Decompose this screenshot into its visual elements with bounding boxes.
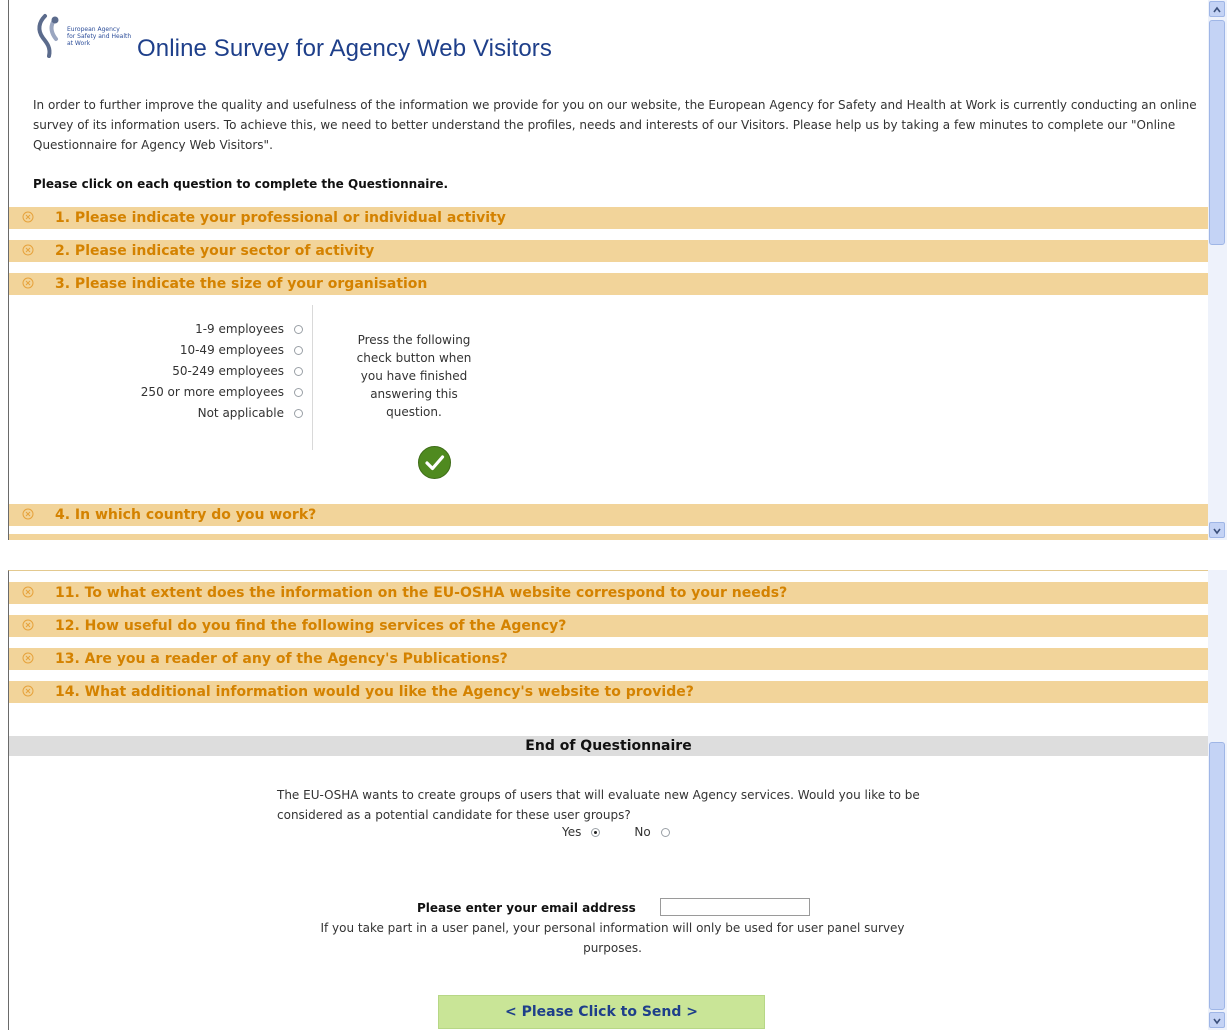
- survey-content-bottom: 11. To what extent does the information …: [8, 570, 1208, 1030]
- q3-option-row: Not applicable: [198, 404, 303, 422]
- instruction-text: Please click on each question to complet…: [33, 177, 449, 191]
- question-4-bar[interactable]: 4. In which country do you work?: [9, 504, 1208, 526]
- scroll-down-arrow-icon[interactable]: [1209, 1012, 1225, 1028]
- scroll-down-arrow-icon[interactable]: [1209, 522, 1225, 538]
- question-11-bar[interactable]: 11. To what extent does the information …: [9, 582, 1208, 604]
- q3-hint: Press the following check button when yo…: [356, 333, 472, 419]
- bottom-vertical-scrollbar[interactable]: [1208, 570, 1227, 1030]
- q3-option-radio[interactable]: [294, 387, 303, 397]
- collapse-circle-icon: [22, 652, 34, 664]
- survey-content-top: European Agency for Safety and Health at…: [8, 0, 1208, 540]
- survey-window-bottom: 11. To what extent does the information …: [0, 570, 1227, 1030]
- question-13-label: 13. Are you a reader of any of the Agenc…: [55, 651, 508, 667]
- question-2-label: 2. Please indicate your sector of activi…: [55, 243, 375, 259]
- question-11-label: 11. To what extent does the information …: [55, 585, 788, 601]
- q3-option-row: 1-9 employees: [195, 320, 303, 338]
- q3-option-label: 1-9 employees: [195, 322, 284, 336]
- scroll-thumb[interactable]: [1209, 20, 1225, 245]
- question-1-label: 1. Please indicate your professional or …: [55, 210, 506, 226]
- q3-option-label: 10-49 employees: [179, 343, 284, 357]
- q3-divider: [312, 305, 313, 450]
- logo-line-2: for Safety and Health: [67, 33, 132, 40]
- collapse-circle-icon: [22, 586, 34, 598]
- q3-option-radio[interactable]: [294, 324, 303, 334]
- q3-option-label: 250 or more employees: [140, 385, 284, 399]
- q3-option-row: 250 or more employees: [141, 383, 303, 401]
- scroll-up-arrow-icon[interactable]: [1209, 1, 1225, 17]
- q3-option-radio[interactable]: [294, 345, 303, 355]
- question-14-label: 14. What additional information would yo…: [55, 684, 694, 700]
- question-12-label: 12. How useful do you find the following…: [55, 618, 567, 634]
- send-button[interactable]: < Please Click to Send >: [438, 995, 765, 1029]
- question-4-label: 4. In which country do you work?: [55, 507, 317, 523]
- survey-window-top: European Agency for Safety and Health at…: [0, 0, 1227, 540]
- question-2-bar[interactable]: 2. Please indicate your sector of activi…: [9, 240, 1208, 262]
- question-3-label: 3. Please indicate the size of your orga…: [55, 276, 428, 292]
- yes-radio[interactable]: [591, 827, 601, 837]
- collapse-circle-icon: [22, 277, 34, 289]
- no-label: No: [634, 825, 651, 839]
- email-label-text: Please enter your email address: [417, 901, 636, 915]
- collapse-circle-icon: [22, 244, 34, 256]
- q3-option-radio[interactable]: [294, 366, 303, 376]
- end-of-questionnaire-bar: End of Questionnaire: [9, 736, 1208, 756]
- user-group-choice: Yes No: [562, 825, 670, 839]
- q3-option-row: 50-249 employees: [172, 362, 303, 380]
- page-title: Online Survey for Agency Web Visitors: [137, 35, 553, 62]
- question-14-bar[interactable]: 14. What additional information would yo…: [9, 681, 1208, 703]
- question-12-bar[interactable]: 12. How useful do you find the following…: [9, 615, 1208, 637]
- user-group-question: The EU-OSHA wants to create groups of us…: [277, 788, 920, 822]
- scroll-thumb[interactable]: [1209, 742, 1225, 1010]
- logo-line-1: European Agency: [67, 26, 120, 33]
- logo-line-3: at Work: [67, 40, 91, 47]
- collapse-circle-icon: [22, 508, 34, 520]
- top-vertical-scrollbar[interactable]: [1208, 0, 1227, 540]
- collapse-circle-icon: [22, 619, 34, 631]
- question-3-bar[interactable]: 3. Please indicate the size of your orga…: [9, 273, 1208, 295]
- intro-paragraph: In order to further improve the quality …: [33, 98, 1197, 152]
- collapse-circle-icon: [22, 685, 34, 697]
- logo-wordmark: European Agency for Safety and Health at…: [67, 26, 131, 47]
- question-13-bar[interactable]: 13. Are you a reader of any of the Agenc…: [9, 648, 1208, 670]
- q3-check-button[interactable]: [418, 446, 451, 479]
- yes-label: Yes: [562, 825, 582, 839]
- q3-option-row: 10-49 employees: [180, 341, 303, 359]
- question-1-bar[interactable]: 1. Please indicate your professional or …: [9, 207, 1208, 229]
- q3-option-label: 50-249 employees: [172, 364, 284, 378]
- collapse-circle-icon: [22, 211, 34, 223]
- email-input[interactable]: [660, 898, 810, 916]
- q3-option-label: Not applicable: [197, 406, 284, 420]
- q3-option-radio[interactable]: [294, 408, 303, 418]
- question-5-bar-partial[interactable]: [9, 534, 1208, 540]
- no-radio[interactable]: [660, 827, 670, 837]
- privacy-note: If you take part in a user panel, your p…: [320, 921, 905, 955]
